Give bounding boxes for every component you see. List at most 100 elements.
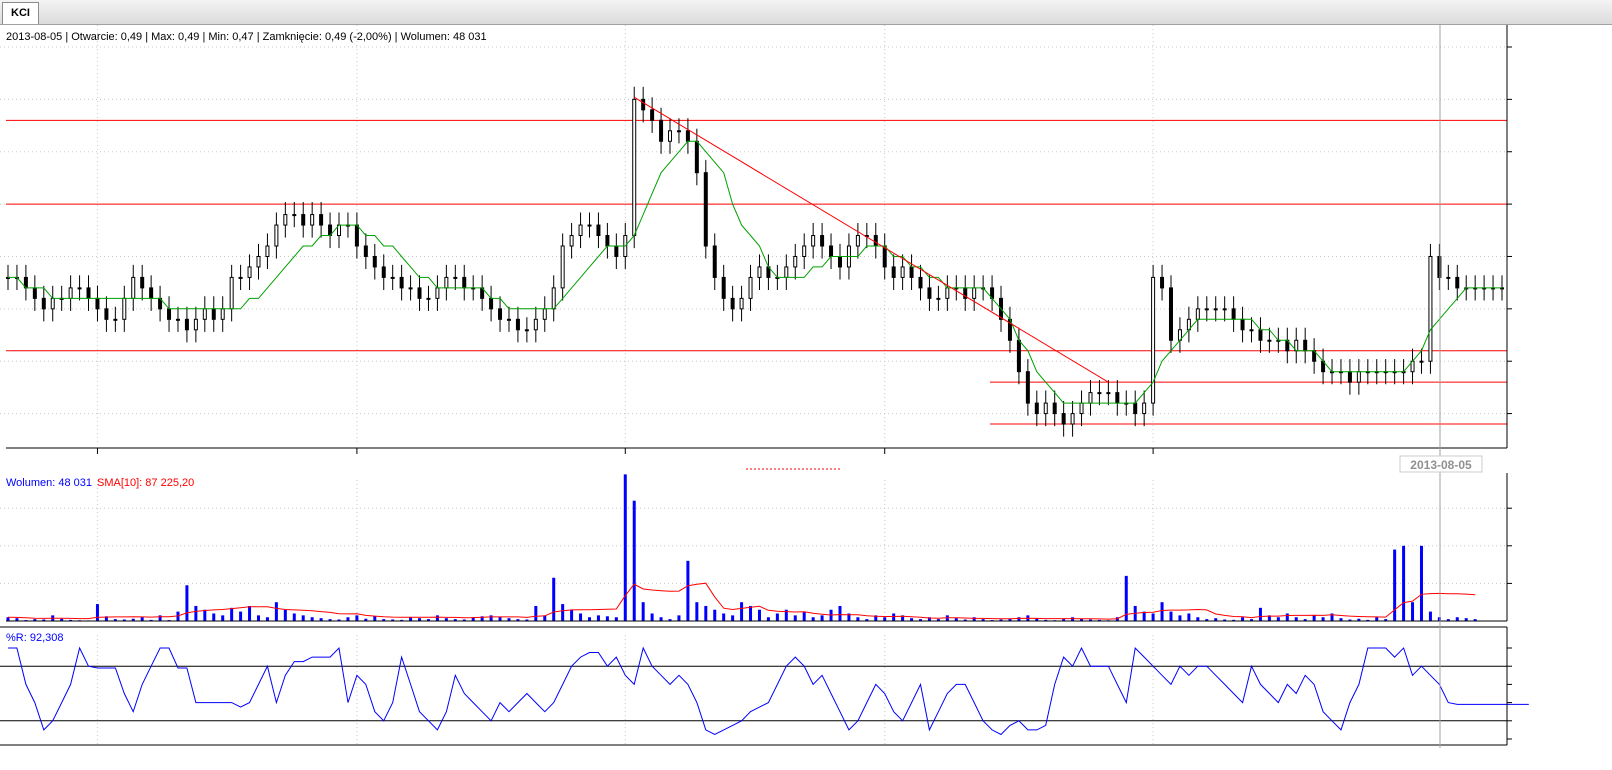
volume-bar bbox=[883, 617, 887, 621]
candle-body bbox=[41, 297, 46, 310]
volume-bar bbox=[632, 500, 636, 621]
candle-body bbox=[739, 297, 744, 310]
volume-bar bbox=[722, 613, 726, 621]
chart-area[interactable]: 2013-08-05 | Otwarcie: 0,49 | Max: 0,49 … bbox=[0, 25, 1612, 770]
candle-body bbox=[1258, 329, 1263, 341]
candle-body bbox=[891, 266, 896, 278]
volume-bar bbox=[1419, 545, 1423, 621]
candle-body bbox=[390, 276, 395, 279]
candle-body bbox=[972, 287, 977, 299]
volume-bar bbox=[1241, 617, 1245, 621]
candle-body bbox=[703, 172, 708, 247]
candle-body bbox=[1240, 318, 1245, 331]
volume-bar bbox=[892, 613, 896, 621]
volume-bar bbox=[793, 615, 797, 621]
candle-body bbox=[113, 318, 118, 321]
volume-bar bbox=[596, 615, 600, 621]
candle-body bbox=[32, 287, 37, 299]
candle-body bbox=[426, 297, 431, 300]
candle-body bbox=[1303, 339, 1308, 352]
candle-body bbox=[784, 266, 789, 278]
candle-body bbox=[587, 224, 592, 227]
candle-body bbox=[1419, 360, 1424, 363]
candle-body bbox=[533, 318, 538, 331]
candle-body bbox=[202, 308, 207, 320]
candle-body bbox=[1034, 402, 1039, 415]
candle-body bbox=[811, 235, 816, 247]
candle-body bbox=[229, 276, 234, 310]
candle-body bbox=[140, 276, 145, 289]
candle-body bbox=[506, 318, 511, 321]
candle-body bbox=[820, 235, 825, 247]
volume-bar bbox=[1294, 617, 1298, 621]
candle-body bbox=[319, 214, 324, 226]
candle-body bbox=[650, 109, 655, 121]
candle-body bbox=[50, 297, 55, 310]
volume-bar bbox=[248, 605, 252, 621]
candle-body bbox=[1151, 276, 1156, 404]
volume-bar bbox=[838, 605, 842, 621]
candle-body bbox=[408, 287, 413, 290]
volume-bar bbox=[498, 617, 502, 621]
tab-kci[interactable]: KCI bbox=[2, 2, 39, 24]
candle-body bbox=[301, 214, 306, 226]
candle-body bbox=[641, 98, 646, 111]
volume-bar bbox=[1196, 617, 1200, 621]
volume-bar bbox=[1375, 617, 1379, 621]
candle-body bbox=[685, 130, 690, 142]
candle-body bbox=[372, 255, 377, 268]
candle-body bbox=[498, 308, 503, 320]
volume-bar bbox=[95, 604, 99, 621]
candle-body bbox=[417, 287, 422, 299]
candle-body bbox=[310, 214, 315, 226]
volume-bar bbox=[552, 577, 556, 621]
candle-body bbox=[68, 287, 73, 299]
volume-bar bbox=[1428, 611, 1432, 621]
volume-bar bbox=[695, 602, 699, 621]
header-info: 2013-08-05 | Otwarcie: 0,49 | Max: 0,49 … bbox=[6, 31, 487, 43]
volume-bar bbox=[820, 615, 824, 621]
candle-body bbox=[238, 276, 243, 279]
candle-body bbox=[605, 235, 610, 247]
volume-bar bbox=[1258, 607, 1262, 621]
volume-bar bbox=[972, 617, 976, 621]
volume-bar bbox=[194, 605, 198, 621]
volume-bar bbox=[1285, 613, 1289, 621]
volume-bar bbox=[677, 615, 681, 621]
volume-bar bbox=[775, 613, 779, 621]
volume-bar bbox=[740, 602, 744, 621]
candle-body bbox=[900, 266, 905, 278]
candle-body bbox=[802, 245, 807, 257]
volume-bar bbox=[570, 609, 574, 621]
candle-body bbox=[632, 98, 637, 237]
volume-bar bbox=[713, 609, 717, 621]
cursor-date-label: 2013-08-05 bbox=[1410, 458, 1472, 472]
candle-body bbox=[918, 276, 923, 289]
candle-body bbox=[1079, 402, 1084, 415]
volume-bar bbox=[409, 617, 413, 621]
candle-body bbox=[1106, 392, 1111, 395]
volume-bar bbox=[659, 617, 663, 621]
candle-body bbox=[1204, 308, 1209, 311]
candle-body bbox=[265, 245, 270, 257]
volume-bar bbox=[346, 617, 350, 621]
candle-body bbox=[855, 235, 860, 247]
volume-sma-legend: SMA[10]: 87 225,20 bbox=[97, 477, 194, 489]
candle-body bbox=[945, 287, 950, 299]
candle-body bbox=[1195, 308, 1200, 320]
candle-body bbox=[1428, 255, 1433, 362]
candle-body bbox=[1070, 413, 1075, 425]
volume-bar bbox=[1017, 617, 1021, 621]
candle-body bbox=[274, 224, 279, 247]
candle-body bbox=[1133, 402, 1138, 415]
volume-bar bbox=[1411, 602, 1415, 621]
volume-bar bbox=[614, 617, 618, 621]
volume-bar bbox=[373, 616, 377, 621]
volume-bar bbox=[274, 602, 278, 621]
volume-bar bbox=[310, 617, 314, 621]
volume-bar bbox=[641, 602, 645, 621]
volume-bar bbox=[1455, 617, 1459, 621]
candle-body bbox=[1061, 413, 1066, 425]
volume-bar bbox=[623, 474, 627, 621]
price-panel-bg bbox=[0, 25, 1612, 770]
